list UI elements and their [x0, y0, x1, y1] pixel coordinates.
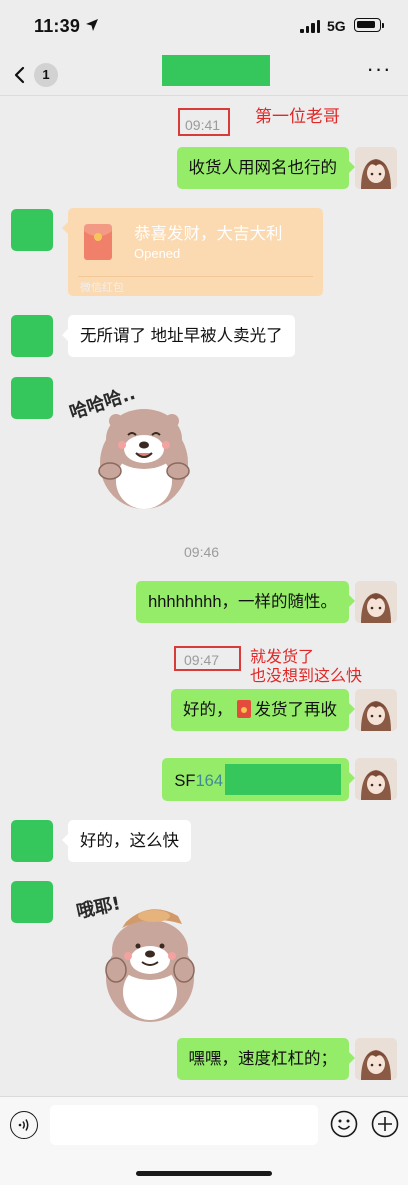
status-time: 11:39	[34, 16, 81, 36]
avatar-self[interactable]	[355, 1038, 397, 1080]
avatar-contact[interactable]	[11, 820, 53, 862]
avatar-self[interactable]	[355, 147, 397, 189]
redacted-block	[225, 764, 341, 795]
red-packet-icon	[84, 224, 112, 260]
battery-icon	[354, 18, 381, 32]
annotation-box	[174, 646, 241, 671]
message-bubble-out[interactable]: 好的， 发货了再收	[171, 689, 355, 731]
avatar-contact[interactable]	[11, 377, 53, 419]
message-bubble-in[interactable]: 好的，这么快	[62, 820, 191, 862]
avatar-illustration	[355, 581, 397, 623]
message-bubble-out[interactable]: hhhhhhhh，一样的随性。	[136, 581, 355, 623]
chat-header: 1 ···	[0, 52, 408, 96]
back-button[interactable]: 1	[8, 60, 64, 90]
annotation-box	[178, 108, 230, 136]
plus-icon[interactable]	[371, 1110, 399, 1138]
avatar-self[interactable]	[355, 689, 397, 731]
tracking-prefix: SF	[174, 772, 196, 790]
chat-title-redacted	[162, 55, 270, 86]
message-bubble-in[interactable]: 无所谓了 地址早被人卖光了	[62, 315, 295, 357]
signal-icon	[300, 20, 322, 33]
message-bubble-out[interactable]: 收货人用网名也行的	[176, 147, 355, 189]
divider	[78, 276, 313, 277]
red-packet-emoji-icon	[236, 700, 251, 718]
tracking-number[interactable]: 164	[195, 772, 223, 790]
annotation-text: 就发货了	[250, 647, 315, 666]
avatar-illustration	[355, 1038, 397, 1080]
status-bar: 11:39 5G	[0, 0, 408, 52]
unread-badge: 1	[34, 63, 58, 87]
avatar-self[interactable]	[355, 758, 397, 800]
avatar-illustration	[355, 689, 397, 731]
annotation-text: 也没想到这么快	[250, 666, 363, 685]
sticker-caption: 哦耶!	[75, 893, 123, 923]
avatar-illustration	[355, 147, 397, 189]
message-input[interactable]	[50, 1105, 318, 1145]
message-text: 好的，	[183, 701, 233, 719]
avatar-contact[interactable]	[11, 209, 53, 251]
location-arrow-icon	[86, 19, 98, 31]
red-packet-title: 恭喜发财，大吉大利	[134, 225, 283, 243]
message-text: 发货了再收	[254, 701, 338, 719]
sticker-otter-yay[interactable]: 哦耶!	[70, 882, 215, 1022]
red-packet-status: Opened	[134, 246, 181, 261]
voice-icon[interactable]	[10, 1111, 38, 1139]
red-packet-card[interactable]: 恭喜发财，大吉大利 Opened 微信红包	[62, 208, 323, 296]
chevron-left-icon	[14, 66, 25, 84]
avatar-contact[interactable]	[11, 881, 53, 923]
avatar-illustration	[355, 758, 397, 800]
network-type: 5G	[327, 18, 346, 34]
timestamp: 09:46	[184, 544, 220, 560]
red-packet-footer: 微信红包	[80, 282, 124, 294]
sticker-otter-laughing[interactable]: 哈哈哈..	[66, 375, 206, 510]
more-icon[interactable]: ···	[364, 58, 394, 82]
avatar-contact[interactable]	[11, 315, 53, 357]
message-bubble-out[interactable]: 嘿嘿，速度杠杠的；	[176, 1038, 355, 1080]
input-bar	[0, 1096, 408, 1185]
annotation-text: 第一位老哥	[255, 107, 340, 127]
emoji-icon[interactable]	[330, 1110, 358, 1138]
avatar-self[interactable]	[355, 581, 397, 623]
home-indicator	[136, 1171, 272, 1176]
battery-tip	[382, 23, 384, 28]
voice-wave-glyph	[18, 1119, 29, 1131]
message-bubble-out[interactable]: SF164	[162, 758, 355, 801]
